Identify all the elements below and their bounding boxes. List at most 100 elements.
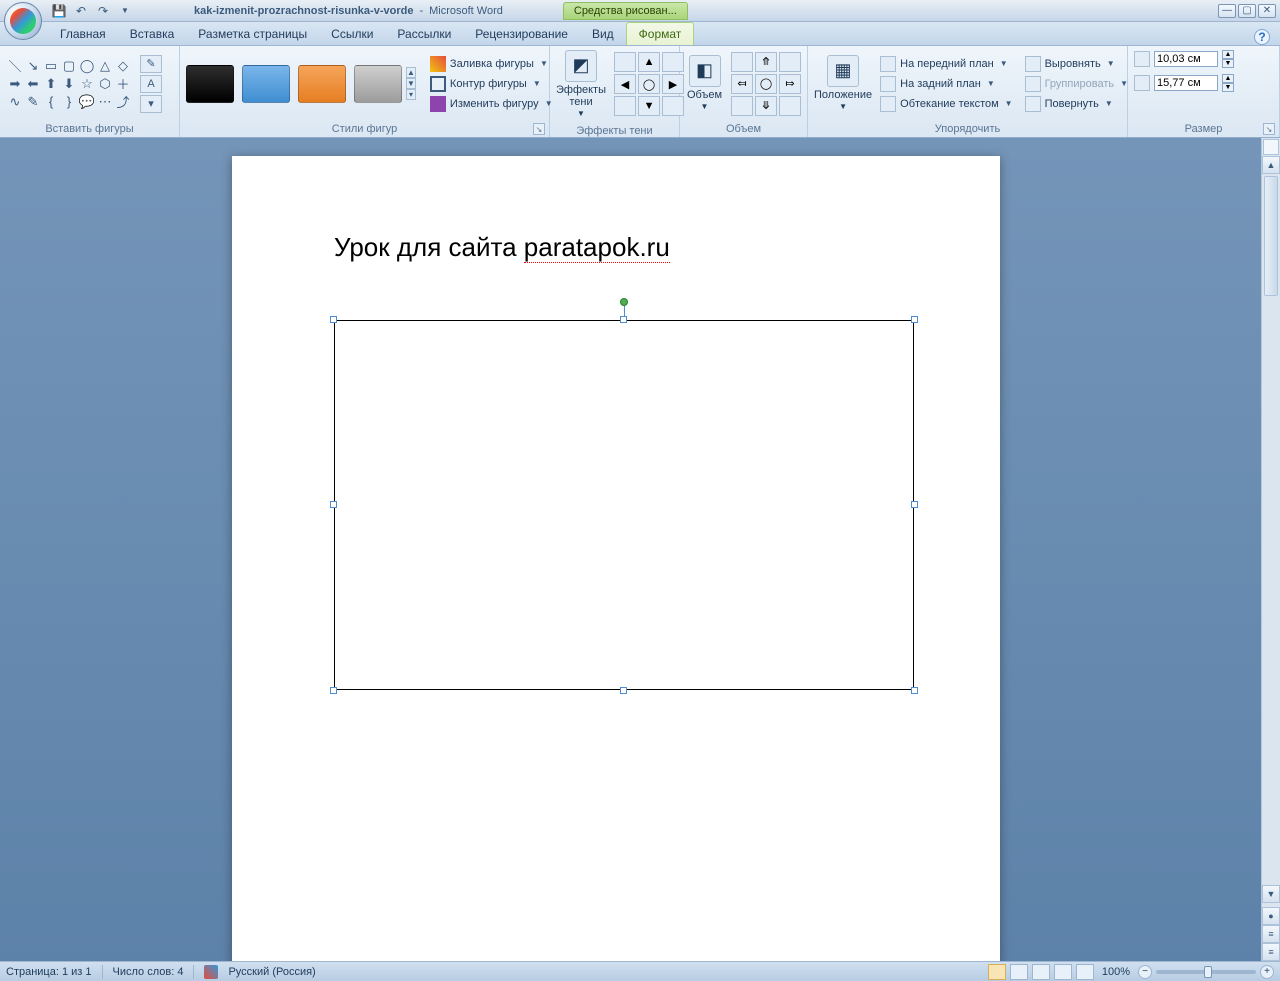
text-wrap-button[interactable]: Обтекание текстом▼	[876, 95, 1016, 113]
shadow-down-icon[interactable]: ▼	[638, 96, 660, 116]
language-status[interactable]: Русский (Россия)	[228, 966, 315, 978]
zoom-thumb[interactable]	[1204, 966, 1212, 978]
shape-curve-icon[interactable]: ∿	[6, 93, 24, 111]
resize-handle-tl[interactable]	[330, 316, 337, 323]
gallery-down-icon[interactable]: ▼	[406, 78, 416, 89]
shape-width-input[interactable]	[1154, 75, 1218, 91]
scroll-thumb[interactable]	[1264, 176, 1278, 296]
change-shape-button[interactable]: Изменить фигуру▼	[426, 95, 557, 113]
browse-object-icon[interactable]: ●	[1262, 907, 1280, 925]
shapes-gallery[interactable]: ＼ ↘ ▭ ▢ ◯ △ ◇ ➡ ⬅ ⬆ ⬇ ☆ ⬡ ＋ ∿ ✎ { } 💬 ⋯	[6, 57, 132, 111]
gallery-more-icon[interactable]: ▾	[406, 89, 416, 100]
align-button[interactable]: Выровнять▼	[1021, 55, 1132, 73]
page[interactable]: Урок для сайта paratapok.ru	[232, 156, 1000, 961]
shape-hex-icon[interactable]: ⬡	[96, 75, 114, 93]
draft-view-icon[interactable]	[1076, 964, 1094, 980]
style-swatch-blue[interactable]	[242, 65, 290, 103]
shape-more-icon[interactable]: ⋯	[96, 93, 114, 111]
rotate-handle[interactable]	[620, 298, 628, 306]
save-icon[interactable]: 💾	[50, 2, 68, 20]
group-button[interactable]: Группировать▼	[1021, 75, 1132, 93]
vertical-scrollbar[interactable]: ▲ ▼ ● ≡ ≡	[1261, 138, 1280, 961]
bring-to-front-button[interactable]: На передний план▼	[876, 55, 1016, 73]
undo-icon[interactable]: ↶	[72, 2, 90, 20]
print-layout-view-icon[interactable]	[988, 964, 1006, 980]
edit-shape-icon[interactable]: ✎	[140, 55, 162, 73]
shape-larrow-icon[interactable]: ⬅	[24, 75, 42, 93]
shape-height-input[interactable]	[1154, 51, 1218, 67]
shadow-up-icon[interactable]: ▲	[638, 52, 660, 72]
width-down-icon[interactable]: ▼	[1222, 83, 1234, 92]
style-swatch-orange[interactable]	[298, 65, 346, 103]
scroll-up-icon[interactable]: ▲	[1262, 156, 1280, 174]
shape-triangle-icon[interactable]: △	[96, 57, 114, 75]
height-down-icon[interactable]: ▼	[1222, 59, 1234, 68]
shadow-center-icon[interactable]: ◯	[638, 74, 660, 94]
tab-format[interactable]: Формат	[626, 22, 695, 45]
shape-connector-icon[interactable]: ⤴	[114, 93, 132, 111]
shape-arrow-icon[interactable]: ↘	[24, 57, 42, 75]
shape-oval-icon[interactable]: ◯	[78, 57, 96, 75]
resize-handle-l[interactable]	[330, 501, 337, 508]
shape-styles-launcher-icon[interactable]: ↘	[533, 123, 545, 135]
shape-fill-button[interactable]: Заливка фигуры▼	[426, 55, 557, 73]
resize-handle-t[interactable]	[620, 316, 627, 323]
tilt-up-icon[interactable]: ⤊	[755, 52, 777, 72]
zoom-in-icon[interactable]: +	[1260, 965, 1274, 979]
shape-rect-icon[interactable]: ▭	[42, 57, 60, 75]
width-up-icon[interactable]: ▲	[1222, 74, 1234, 83]
tab-mailings[interactable]: Рассылки	[385, 23, 463, 45]
shape-star-icon[interactable]: ☆	[78, 75, 96, 93]
tilt-center-icon[interactable]: ◯	[755, 74, 777, 94]
shape-line-icon[interactable]: ＼	[6, 57, 24, 75]
shape-freeform-icon[interactable]: ✎	[24, 93, 42, 111]
zoom-out-icon[interactable]: −	[1138, 965, 1152, 979]
tab-view[interactable]: Вид	[580, 23, 626, 45]
tab-home[interactable]: Главная	[48, 23, 118, 45]
rectangle-shape[interactable]	[334, 320, 914, 690]
height-up-icon[interactable]: ▲	[1222, 50, 1234, 59]
prev-page-icon[interactable]: ≡	[1262, 925, 1280, 943]
send-to-back-button[interactable]: На задний план▼	[876, 75, 1016, 93]
shape-darrow-icon[interactable]: ⬇	[60, 75, 78, 93]
document-area[interactable]: Урок для сайта paratapok.ru	[0, 138, 1261, 961]
shape-diamond-icon[interactable]: ◇	[114, 57, 132, 75]
style-gallery[interactable]	[186, 65, 402, 103]
web-layout-view-icon[interactable]	[1032, 964, 1050, 980]
page-status[interactable]: Страница: 1 из 1	[6, 966, 92, 978]
tilt-left-icon[interactable]: ⤆	[731, 74, 753, 94]
resize-handle-b[interactable]	[620, 687, 627, 694]
tilt-right-icon[interactable]: ⤇	[779, 74, 801, 94]
zoom-slider[interactable]	[1156, 970, 1256, 974]
tilt-down-icon[interactable]: ⤋	[755, 96, 777, 116]
outline-view-icon[interactable]	[1054, 964, 1072, 980]
maximize-button[interactable]: ▢	[1238, 4, 1256, 18]
help-icon[interactable]: ?	[1254, 29, 1270, 45]
3d-effects-button[interactable]: ◧ Объем ▼	[686, 55, 723, 112]
tab-references[interactable]: Ссылки	[319, 23, 385, 45]
shadow-effects-button[interactable]: ◩ Эффекты тени ▼	[556, 50, 606, 119]
resize-handle-tr[interactable]	[911, 316, 918, 323]
shape-outline-button[interactable]: Контур фигуры▼	[426, 75, 557, 93]
scroll-down-icon[interactable]: ▼	[1262, 885, 1280, 903]
shape-callout-icon[interactable]: 💬	[78, 93, 96, 111]
qat-dropdown-icon[interactable]: ▼	[116, 2, 134, 20]
tab-page-layout[interactable]: Разметка страницы	[186, 23, 319, 45]
shape-brace-icon[interactable]: {	[42, 93, 60, 111]
rotate-button[interactable]: Повернуть▼	[1021, 95, 1132, 113]
selected-shape[interactable]	[334, 320, 914, 690]
tab-review[interactable]: Рецензирование	[463, 23, 580, 45]
office-button[interactable]	[4, 2, 42, 40]
next-page-icon[interactable]: ≡	[1262, 943, 1280, 961]
style-swatch-gray[interactable]	[354, 65, 402, 103]
shadow-left-icon[interactable]: ◀	[614, 74, 636, 94]
proofing-icon[interactable]	[204, 965, 218, 979]
shape-plus-icon[interactable]: ＋	[114, 75, 132, 93]
resize-handle-r[interactable]	[911, 501, 918, 508]
tab-insert[interactable]: Вставка	[118, 23, 187, 45]
shape-rarrow-icon[interactable]: ➡	[6, 75, 24, 93]
redo-icon[interactable]: ↷	[94, 2, 112, 20]
ruler-toggle-icon[interactable]	[1263, 139, 1279, 155]
style-swatch-black[interactable]	[186, 65, 234, 103]
minimize-button[interactable]: —	[1218, 4, 1236, 18]
